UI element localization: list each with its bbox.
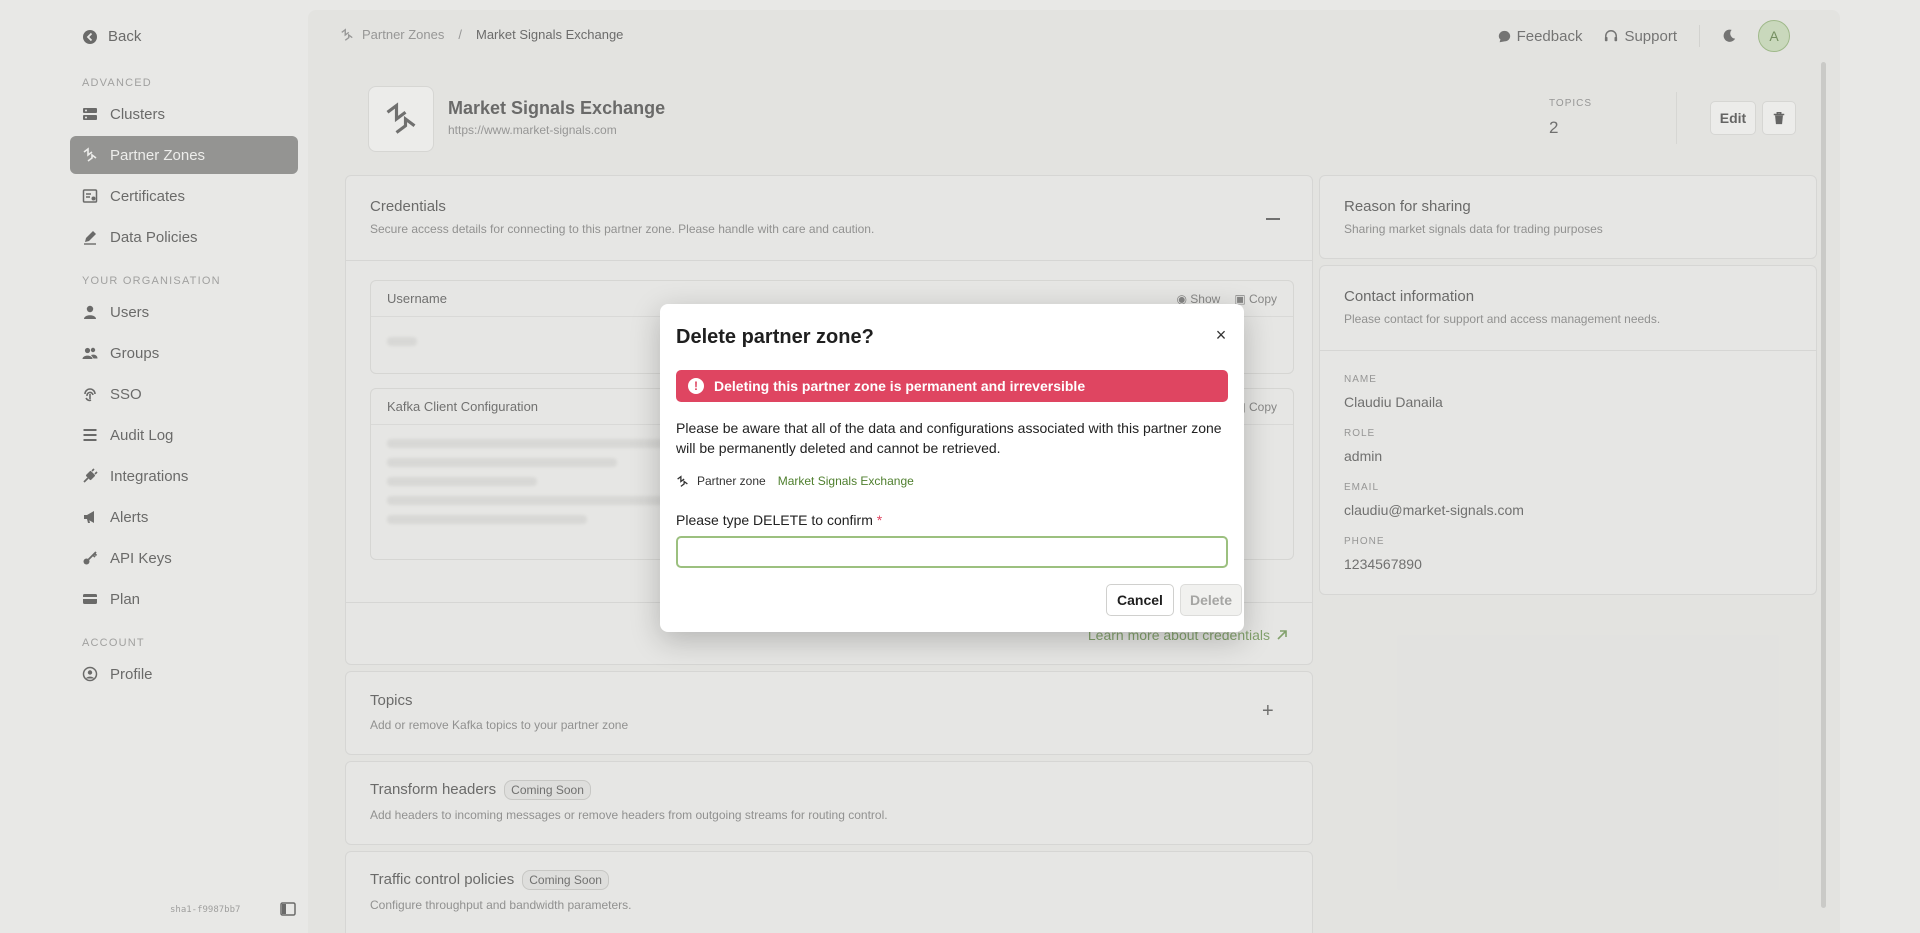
zone-reference: Partner zone Market Signals Exchange — [676, 474, 914, 488]
dialog-title: Delete partner zone? — [676, 326, 874, 348]
confirm-delete-input[interactable] — [676, 536, 1228, 568]
delete-button[interactable]: Delete — [1180, 584, 1242, 616]
required-mark: * — [876, 512, 883, 528]
exclamation-icon: ! — [688, 378, 704, 394]
warning-text: Please be aware that all of the data and… — [676, 420, 1222, 456]
partner-zone-icon — [677, 474, 688, 487]
zone-ref-link[interactable]: Market Signals Exchange — [778, 474, 914, 488]
irreversible-alert: ! Deleting this partner zone is permanen… — [676, 370, 1228, 402]
zone-ref-label: Partner zone — [697, 474, 766, 488]
app-root: Back ADVANCED Clusters Partner Zones Cer… — [0, 0, 1920, 933]
cancel-button[interactable]: Cancel — [1106, 584, 1174, 616]
delete-zone-dialog: Delete partner zone? × ! Deleting this p… — [660, 304, 1244, 632]
alert-text: Deleting this partner zone is permanent … — [714, 378, 1086, 394]
close-icon[interactable]: × — [1212, 326, 1230, 344]
confirm-label: Please type DELETE to confirm * — [676, 512, 883, 528]
